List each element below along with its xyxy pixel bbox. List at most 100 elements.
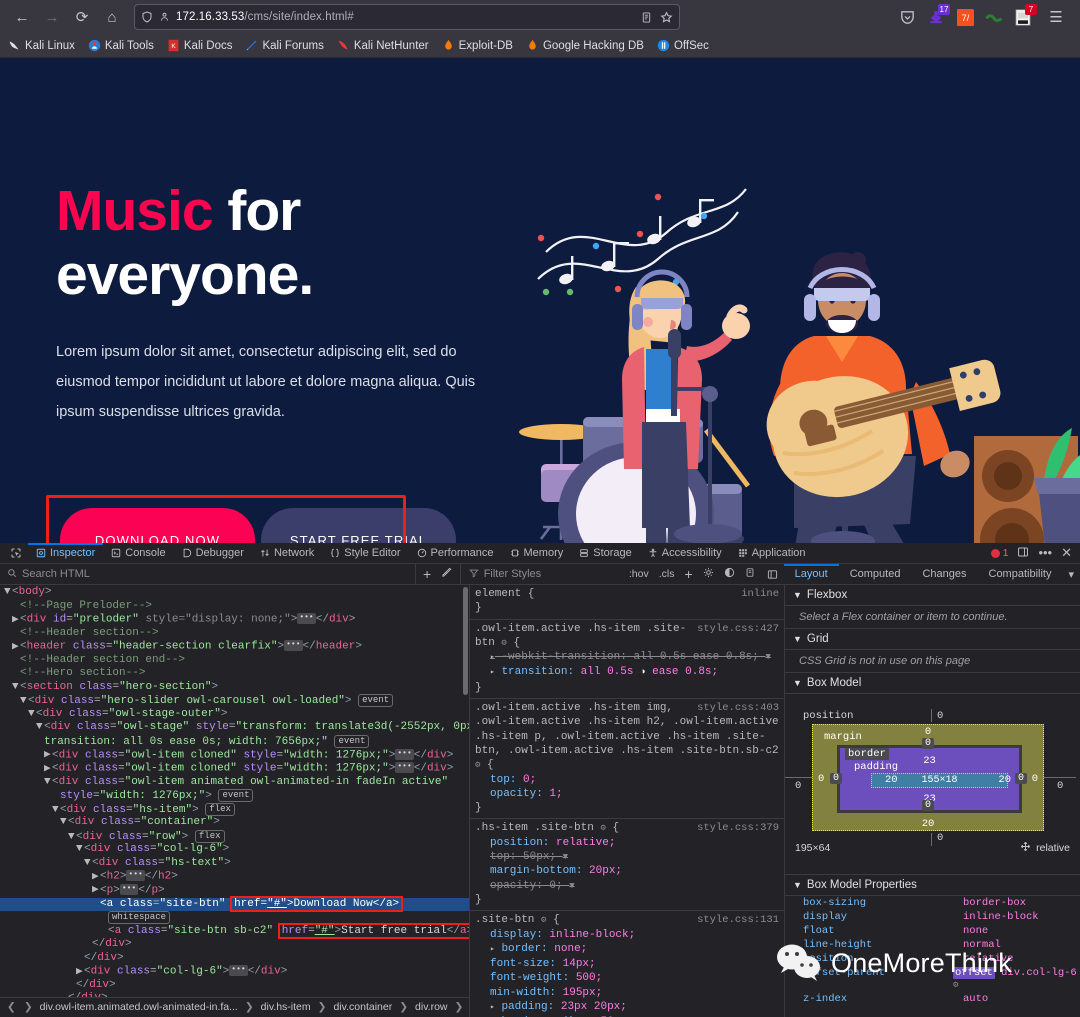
- box-position-left[interactable]: 0: [795, 780, 801, 792]
- box-position-right[interactable]: 0: [1057, 780, 1063, 792]
- box-padding-right[interactable]: 20: [998, 774, 1011, 786]
- tab-network[interactable]: Network: [252, 543, 322, 564]
- burp-icon[interactable]: [984, 7, 1004, 27]
- box-margin-bottom[interactable]: 20: [922, 818, 935, 830]
- markup-line[interactable]: </div>: [0, 952, 469, 966]
- property-value[interactable]: offset div.col-lg-6 ⚙: [953, 967, 1080, 991]
- filter-icon[interactable]: ▼: [766, 652, 771, 662]
- css-declaration[interactable]: opacity: 1;: [470, 787, 784, 801]
- reload-button[interactable]: ⟳: [68, 3, 96, 31]
- shield-icon[interactable]: [141, 11, 153, 23]
- css-selector[interactable]: element {: [475, 588, 534, 600]
- reader-view-icon[interactable]: [641, 11, 652, 24]
- bookmark-google-hacking-db[interactable]: Google Hacking DB: [526, 39, 644, 52]
- css-declaration[interactable]: top: 50px; ▼: [470, 850, 784, 864]
- breadcrumb-item[interactable]: div.owl-item.animated.owl-animated-in.fa…: [38, 1001, 240, 1015]
- more-options-icon[interactable]: •••: [1038, 546, 1052, 559]
- css-rule[interactable]: style.css:379 .hs-item .site-btn ⚙ {posit…: [470, 819, 784, 912]
- tab-computed[interactable]: Computed: [839, 564, 912, 584]
- property-value[interactable]: normal: [963, 939, 1001, 951]
- box-border-top[interactable]: 0: [921, 738, 935, 749]
- markup-line[interactable]: <a class="site-btn sb-c2" href="#">Start…: [0, 922, 469, 939]
- tab-changes[interactable]: Changes: [911, 564, 977, 584]
- add-rule-icon[interactable]: +: [684, 567, 692, 581]
- markup-line[interactable]: ▶<div class="owl-item cloned" style="wid…: [0, 748, 469, 763]
- markup-line[interactable]: ▶<div class="col-lg-6"> ••• </div>: [0, 965, 469, 979]
- property-value[interactable]: relative: [963, 953, 1013, 965]
- markup-line[interactable]: ▼<div class="owl-item animated owl-anima…: [0, 776, 469, 790]
- breadcrumb-scroll-left[interactable]: ❮: [4, 1001, 19, 1015]
- pseudo-hov-button[interactable]: :hov: [629, 568, 649, 580]
- markup-line[interactable]: ▶<header class="header-section clearfix"…: [0, 640, 469, 654]
- css-declaration[interactable]: margin-bottom: 20px;: [470, 864, 784, 878]
- css-property[interactable]: top:: [490, 774, 516, 786]
- css-rule-header[interactable]: style.css:427 .owl-item.active .hs-item .…: [470, 622, 784, 651]
- markup-line[interactable]: <!--Header section end-->: [0, 654, 469, 668]
- css-rules-view[interactable]: inline element {} style.css:427 .owl-item.a…: [470, 585, 785, 1017]
- property-value[interactable]: none: [963, 925, 988, 937]
- box-padding-top[interactable]: 23: [923, 755, 936, 767]
- element-picker-icon[interactable]: [4, 547, 28, 559]
- css-declaration[interactable]: min-width: 195px;: [470, 986, 784, 1000]
- filter-icon[interactable]: ▼: [563, 852, 568, 862]
- markup-line[interactable]: ▶<div class="owl-item cloned" style="wid…: [0, 762, 469, 776]
- markup-line[interactable]: ▼<div class="owl-stage" style="transform…: [0, 721, 469, 735]
- css-declaration[interactable]: ▸ transition: all 0.5s ◑ ease 0.8s;: [470, 665, 784, 680]
- add-node-icon[interactable]: +: [423, 567, 431, 581]
- markup-line[interactable]: transition: all 0s ease 0s; width: 7656p…: [0, 735, 469, 749]
- gear-icon[interactable]: ⚙: [600, 823, 605, 833]
- close-icon[interactable]: ✕: [1061, 545, 1072, 561]
- breadcrumb[interactable]: ❮ ❯ div.owl-item.animated.owl-animated-in.…: [0, 997, 469, 1017]
- property-value[interactable]: inline-block: [963, 911, 1039, 923]
- tab-storage[interactable]: Storage: [571, 543, 640, 564]
- css-rule[interactable]: inline element {}: [470, 585, 784, 620]
- css-rule-header[interactable]: style.css:131 .site-btn ⚙ {: [470, 913, 784, 927]
- markup-line[interactable]: <a class="site-btn" href="#">Download No…: [0, 895, 469, 912]
- eyedropper-icon[interactable]: [441, 567, 452, 581]
- boxmodel-section-header[interactable]: ▼ Box Model: [785, 673, 1080, 694]
- print-media-icon[interactable]: [745, 567, 755, 581]
- css-selector[interactable]: .owl-item.active .hs-item .site-btn: [475, 623, 686, 649]
- markup-line[interactable]: ▼<div class="row"> flex: [0, 829, 469, 844]
- css-rule-source[interactable]: style.css:131: [697, 913, 779, 927]
- forward-button[interactable]: →: [38, 3, 66, 31]
- markup-lines[interactable]: ▼<body> <!--Page Preloder--> ▶<div id="pre…: [0, 585, 469, 997]
- bookmark-offsec[interactable]: OffSec: [657, 39, 709, 52]
- css-rule-header[interactable]: style.css:403 .owl-item.active .hs-item i…: [470, 701, 784, 772]
- markup-line[interactable]: <!--Page Preloder-->: [0, 600, 469, 614]
- bookmark-kali-linux[interactable]: Kali Linux: [8, 39, 75, 52]
- address-bar[interactable]: 172.16.33.53/cms/site/index.html#: [134, 4, 680, 30]
- box-model-diagram[interactable]: position 0 margin border padding 155×18 …: [785, 694, 1080, 874]
- app-menu-button[interactable]: ☰: [1042, 3, 1070, 31]
- filter-icon[interactable]: ▼: [569, 881, 574, 891]
- markup-line[interactable]: ▼<body>: [0, 586, 469, 600]
- box-border-right[interactable]: 0: [1014, 773, 1027, 784]
- home-button[interactable]: ⌂: [98, 3, 126, 31]
- css-declaration[interactable]: ▸ -webkit-transition: all 0.5s ease 0.8s…: [470, 650, 784, 665]
- hacktools-icon[interactable]: 7: [1013, 4, 1037, 27]
- bookmark-star-icon[interactable]: [660, 10, 673, 24]
- css-declaration[interactable]: opacity: 0; ▼: [470, 879, 784, 893]
- box-position-bottom[interactable]: 0: [937, 832, 943, 844]
- box-margin-top[interactable]: 0: [925, 726, 931, 738]
- property-value[interactable]: auto: [963, 993, 988, 1005]
- css-property[interactable]: -webkit-transition:: [501, 651, 626, 663]
- gear-icon[interactable]: ⚙: [541, 915, 546, 925]
- markup-line[interactable]: </div>: [0, 979, 469, 993]
- css-property[interactable]: font-weight:: [490, 972, 569, 984]
- css-property[interactable]: font-size:: [490, 958, 556, 970]
- dark-color-scheme-icon[interactable]: [724, 567, 735, 581]
- markup-line[interactable]: whitespace: [0, 911, 469, 925]
- bookmark-kali-forums[interactable]: Kali Forums: [245, 39, 324, 52]
- error-count-badge[interactable]: 1: [990, 547, 1008, 559]
- css-rule-source[interactable]: style.css:403: [697, 701, 779, 715]
- property-value[interactable]: border-box: [963, 897, 1026, 909]
- markup-line[interactable]: <!--Hero section-->: [0, 667, 469, 681]
- gear-icon[interactable]: ⚙: [501, 638, 506, 648]
- markup-line[interactable]: ▼<div class="hero-slider owl-carousel ow…: [0, 694, 469, 708]
- bookmark-kali-nethunter[interactable]: Kali NetHunter: [337, 39, 429, 52]
- pseudo-cls-button[interactable]: .cls: [659, 568, 675, 580]
- css-declaration[interactable]: display: inline-block;: [470, 928, 784, 942]
- tab-inspector[interactable]: Inspector: [28, 543, 103, 564]
- search-html-input[interactable]: Search HTML: [0, 564, 416, 584]
